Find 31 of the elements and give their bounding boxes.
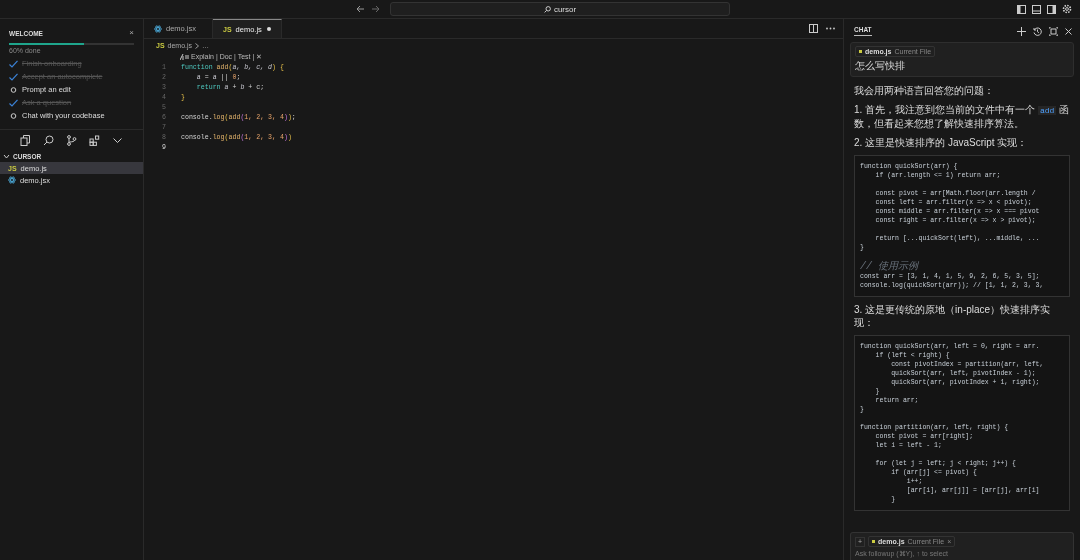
code-comment: // 使用示例 xyxy=(860,261,920,272)
plus-icon[interactable] xyxy=(1017,26,1026,36)
atom-icon xyxy=(8,176,16,184)
files-icon[interactable] xyxy=(20,135,31,146)
split-editor-icon[interactable] xyxy=(809,24,818,33)
sparkle-icon xyxy=(180,54,189,60)
history-icon[interactable] xyxy=(1033,26,1042,36)
search-icon[interactable] xyxy=(43,135,54,146)
answer-text: 2. 这里是快速排序的 JavaScript 实现： xyxy=(854,136,1029,149)
chevron-icon[interactable] xyxy=(3,153,10,160)
search-icon xyxy=(543,5,551,13)
close-button[interactable]: × xyxy=(129,29,134,37)
answer-text: 1. 首先，我注意到您当前的文件中有一个 add 函数，但看起来您想了解快速排序算法。 xyxy=(854,103,1070,130)
chevron-down-icon[interactable] xyxy=(112,135,123,146)
back-icon[interactable] xyxy=(356,5,365,13)
chevron-right-icon xyxy=(195,42,200,49)
settings-icon[interactable] xyxy=(1062,4,1072,14)
more-icon[interactable] xyxy=(826,27,835,30)
atom-icon xyxy=(154,24,162,33)
maximize-icon[interactable] xyxy=(1049,26,1058,36)
answer-text: 3. 这是更传统的原地（in-place）快速排序实现： xyxy=(854,303,1052,329)
user-message: 怎么写快排 xyxy=(855,59,905,73)
right-panel-icon[interactable] xyxy=(1047,4,1056,14)
close-icon[interactable] xyxy=(1065,27,1072,35)
forward-icon[interactable] xyxy=(371,5,380,13)
bottom-panel-icon[interactable] xyxy=(1032,4,1041,14)
command-search-field[interactable]: cursor xyxy=(390,2,730,16)
extensions-icon[interactable] xyxy=(89,135,100,146)
answer-text: 我会用两种语言回答您的问题： xyxy=(854,84,995,97)
branch-icon[interactable] xyxy=(66,135,77,146)
left-panel-icon[interactable] xyxy=(1017,4,1026,14)
